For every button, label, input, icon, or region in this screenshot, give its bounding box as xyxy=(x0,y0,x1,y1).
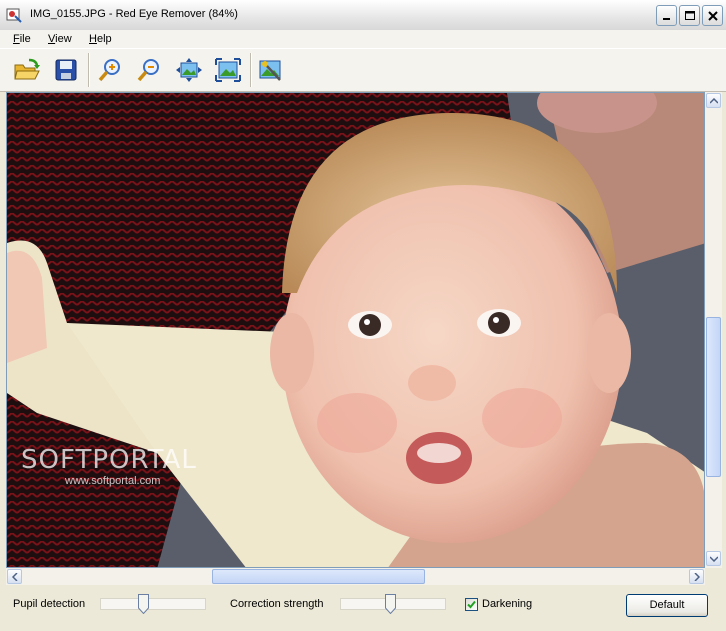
arrow-up-icon xyxy=(709,97,718,104)
maximize-button[interactable] xyxy=(679,5,700,26)
watermark-url: www.softportal.com xyxy=(65,475,161,487)
toolbar xyxy=(0,48,726,92)
close-button[interactable] xyxy=(702,5,723,26)
horizontal-scroll-thumb[interactable] xyxy=(212,569,425,584)
zoom-out-button[interactable] xyxy=(134,55,164,85)
open-button[interactable] xyxy=(12,55,42,85)
actual-size-button[interactable] xyxy=(213,55,243,85)
toolbar-separator xyxy=(250,53,252,87)
menu-view[interactable]: View xyxy=(48,33,72,45)
menu-help[interactable]: Help xyxy=(89,33,112,45)
pupil-detection-slider[interactable] xyxy=(138,594,149,614)
darkening-checkbox[interactable] xyxy=(465,598,478,611)
correction-strength-slider[interactable] xyxy=(384,594,396,614)
watermark-brand: SOFTPORTAL xyxy=(21,445,197,475)
scrollbar-corner xyxy=(705,568,722,585)
correction-strength-label: Correction strength xyxy=(230,598,324,610)
image-canvas[interactable]: SOFTPORTAL www.softportal.com xyxy=(6,92,705,568)
save-button[interactable] xyxy=(51,55,81,85)
arrow-left-icon xyxy=(11,572,18,581)
actual-size-icon xyxy=(215,58,241,82)
vertical-scrollbar[interactable] xyxy=(705,92,722,568)
scroll-up-button[interactable] xyxy=(706,93,721,108)
vertical-scroll-thumb[interactable] xyxy=(706,317,721,477)
open-folder-icon xyxy=(14,58,40,80)
zoom-out-icon xyxy=(137,59,159,82)
arrow-down-icon xyxy=(709,555,718,562)
bottom-controls: Pupil detection Correction strength Dark… xyxy=(0,588,726,631)
title-bar[interactable]: IMG_0155.JPG - Red Eye Remover (84%) xyxy=(0,0,726,31)
menu-file-label: ile xyxy=(19,33,31,45)
menu-help-label: elp xyxy=(96,33,112,45)
horizontal-scrollbar[interactable] xyxy=(6,568,705,585)
scroll-left-button[interactable] xyxy=(7,569,22,584)
fit-to-window-icon xyxy=(176,58,202,82)
toolbar-separator xyxy=(88,53,90,87)
save-icon xyxy=(55,59,77,81)
maximize-icon xyxy=(685,11,695,20)
remove-red-eye-icon xyxy=(259,60,281,81)
menu-bar: File View Help xyxy=(0,30,726,48)
zoom-in-icon xyxy=(98,59,120,82)
menu-file[interactable]: File xyxy=(13,33,31,45)
close-icon xyxy=(708,11,718,21)
red-eye-remover-icon xyxy=(6,8,22,23)
minimize-button[interactable] xyxy=(656,5,677,26)
zoom-in-button[interactable] xyxy=(95,55,125,85)
baby-photo xyxy=(7,93,704,567)
checkmark-icon xyxy=(467,600,476,609)
menu-file-mnemonic: F xyxy=(13,33,20,45)
pupil-detection-track[interactable] xyxy=(100,598,206,610)
pupil-detection-label: Pupil detection xyxy=(13,598,86,610)
scroll-down-button[interactable] xyxy=(706,551,721,566)
menu-help-mnemonic: H xyxy=(89,33,97,45)
window-title: IMG_0155.JPG - Red Eye Remover (84%) xyxy=(30,8,238,20)
minimize-icon xyxy=(663,18,670,20)
darkening-label: Darkening xyxy=(482,598,533,610)
arrow-right-icon xyxy=(693,572,700,581)
fit-to-window-button[interactable] xyxy=(174,55,204,85)
default-button[interactable]: Default xyxy=(626,594,708,617)
softportal-watermark: SOFTPORTAL www.softportal.com xyxy=(21,445,197,487)
scroll-right-button[interactable] xyxy=(689,569,704,584)
menu-view-label: iew xyxy=(55,33,72,45)
remove-red-eye-button[interactable] xyxy=(256,55,286,85)
